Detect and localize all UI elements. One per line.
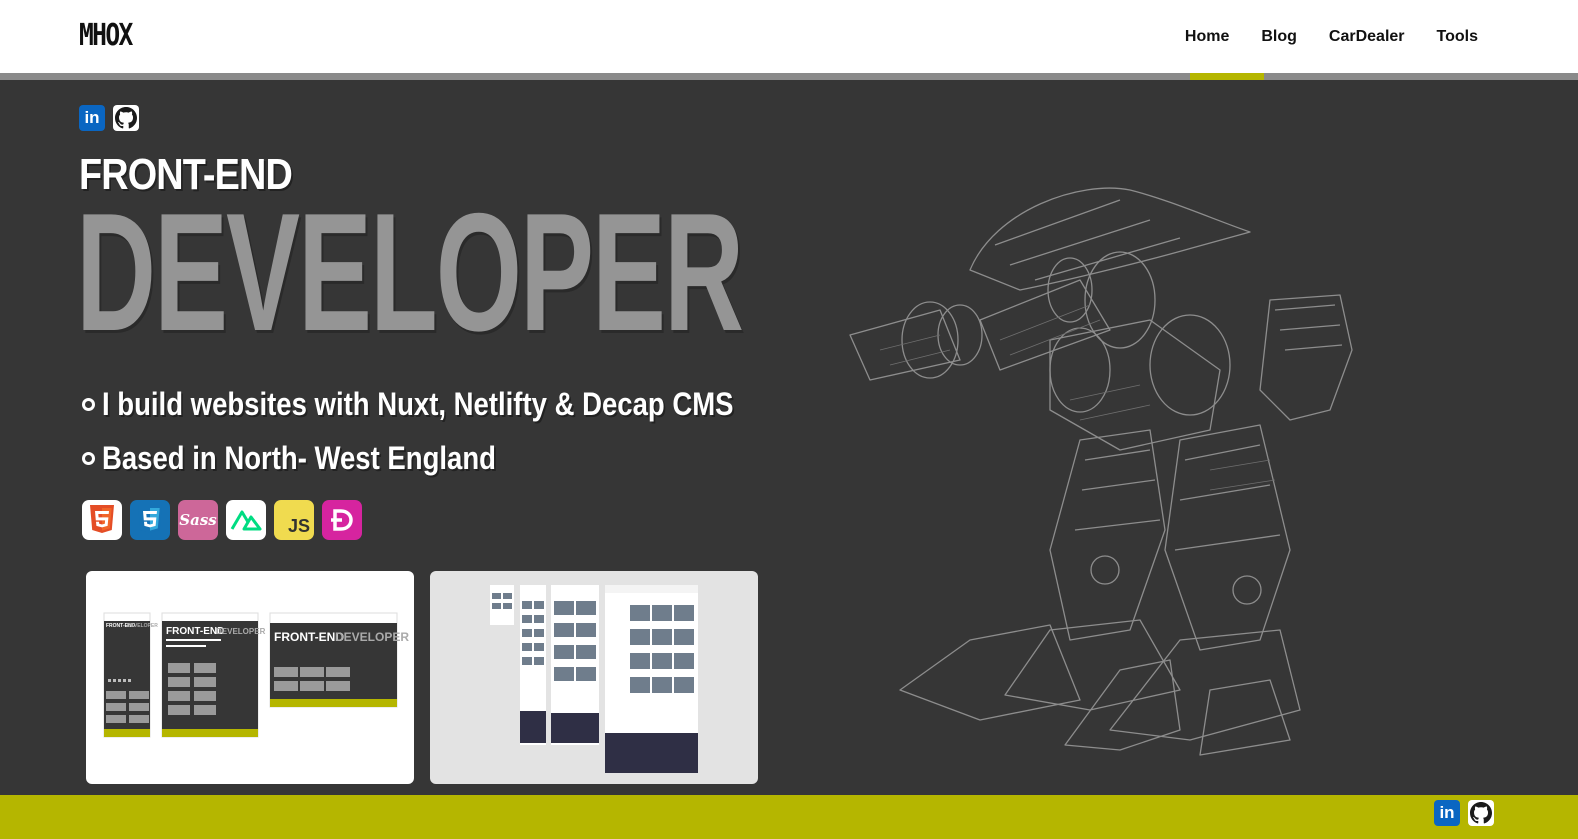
hero-title: DEVELOPER <box>76 178 744 366</box>
mini-dev: DEVELOPER <box>127 623 158 629</box>
bullet-icon <box>82 451 95 465</box>
github-icon[interactable] <box>1468 800 1494 826</box>
sass-icon: Sass <box>178 500 218 540</box>
list-item: Based in North- West England <box>82 431 836 485</box>
hero-bullets: I build websites with Nuxt, Netlifty & D… <box>82 377 836 485</box>
tech-stack: Sass JS <box>82 500 362 540</box>
nav-cardealer[interactable]: CarDealer <box>1329 28 1405 46</box>
html5-icon <box>82 500 122 540</box>
nuxt-icon <box>226 500 266 540</box>
main-nav: Home Blog CarDealer Tools <box>1153 0 1478 73</box>
nav-home[interactable]: Home <box>1185 28 1229 46</box>
github-icon[interactable] <box>113 105 139 131</box>
social-links: in <box>79 105 139 131</box>
linkedin-icon[interactable]: in <box>1434 800 1460 826</box>
bullet-text: Based in North- West England <box>102 439 496 476</box>
linkedin-icon[interactable]: in <box>79 105 105 131</box>
site-footer: in <box>0 795 1578 839</box>
nav-tools[interactable]: Tools <box>1437 28 1478 46</box>
bullet-icon <box>82 397 95 411</box>
nav-blog[interactable]: Blog <box>1261 28 1297 46</box>
mini-front: FRONT-END <box>274 630 344 644</box>
header-divider <box>0 73 1578 80</box>
mini-dev: DEVELOPER <box>335 630 409 644</box>
javascript-icon: JS <box>274 500 314 540</box>
bullet-text: I build websites with Nuxt, Netlifty & D… <box>102 385 734 422</box>
nav-active-indicator <box>1190 73 1264 80</box>
portfolio-preview-thumbnail: FRONT-END DEVELOPER FRONT-END DEVELOPER … <box>103 612 409 738</box>
project-card-cardealer[interactable] <box>430 571 758 784</box>
mini-dev: DEVELOPER <box>216 627 266 636</box>
site-header: MHOX Home Blog CarDealer Tools <box>0 0 1578 73</box>
list-item: I build websites with Nuxt, Netlifty & D… <box>82 377 836 431</box>
css3-icon <box>130 500 170 540</box>
decap-icon <box>322 500 362 540</box>
cardealer-preview-thumbnail <box>490 585 698 773</box>
footer-social-links: in <box>1434 800 1494 826</box>
project-card-portfolio[interactable]: FRONT-END DEVELOPER FRONT-END DEVELOPER … <box>86 571 414 784</box>
site-logo[interactable]: MHOX <box>79 18 133 53</box>
robot-illustration <box>849 187 1353 756</box>
